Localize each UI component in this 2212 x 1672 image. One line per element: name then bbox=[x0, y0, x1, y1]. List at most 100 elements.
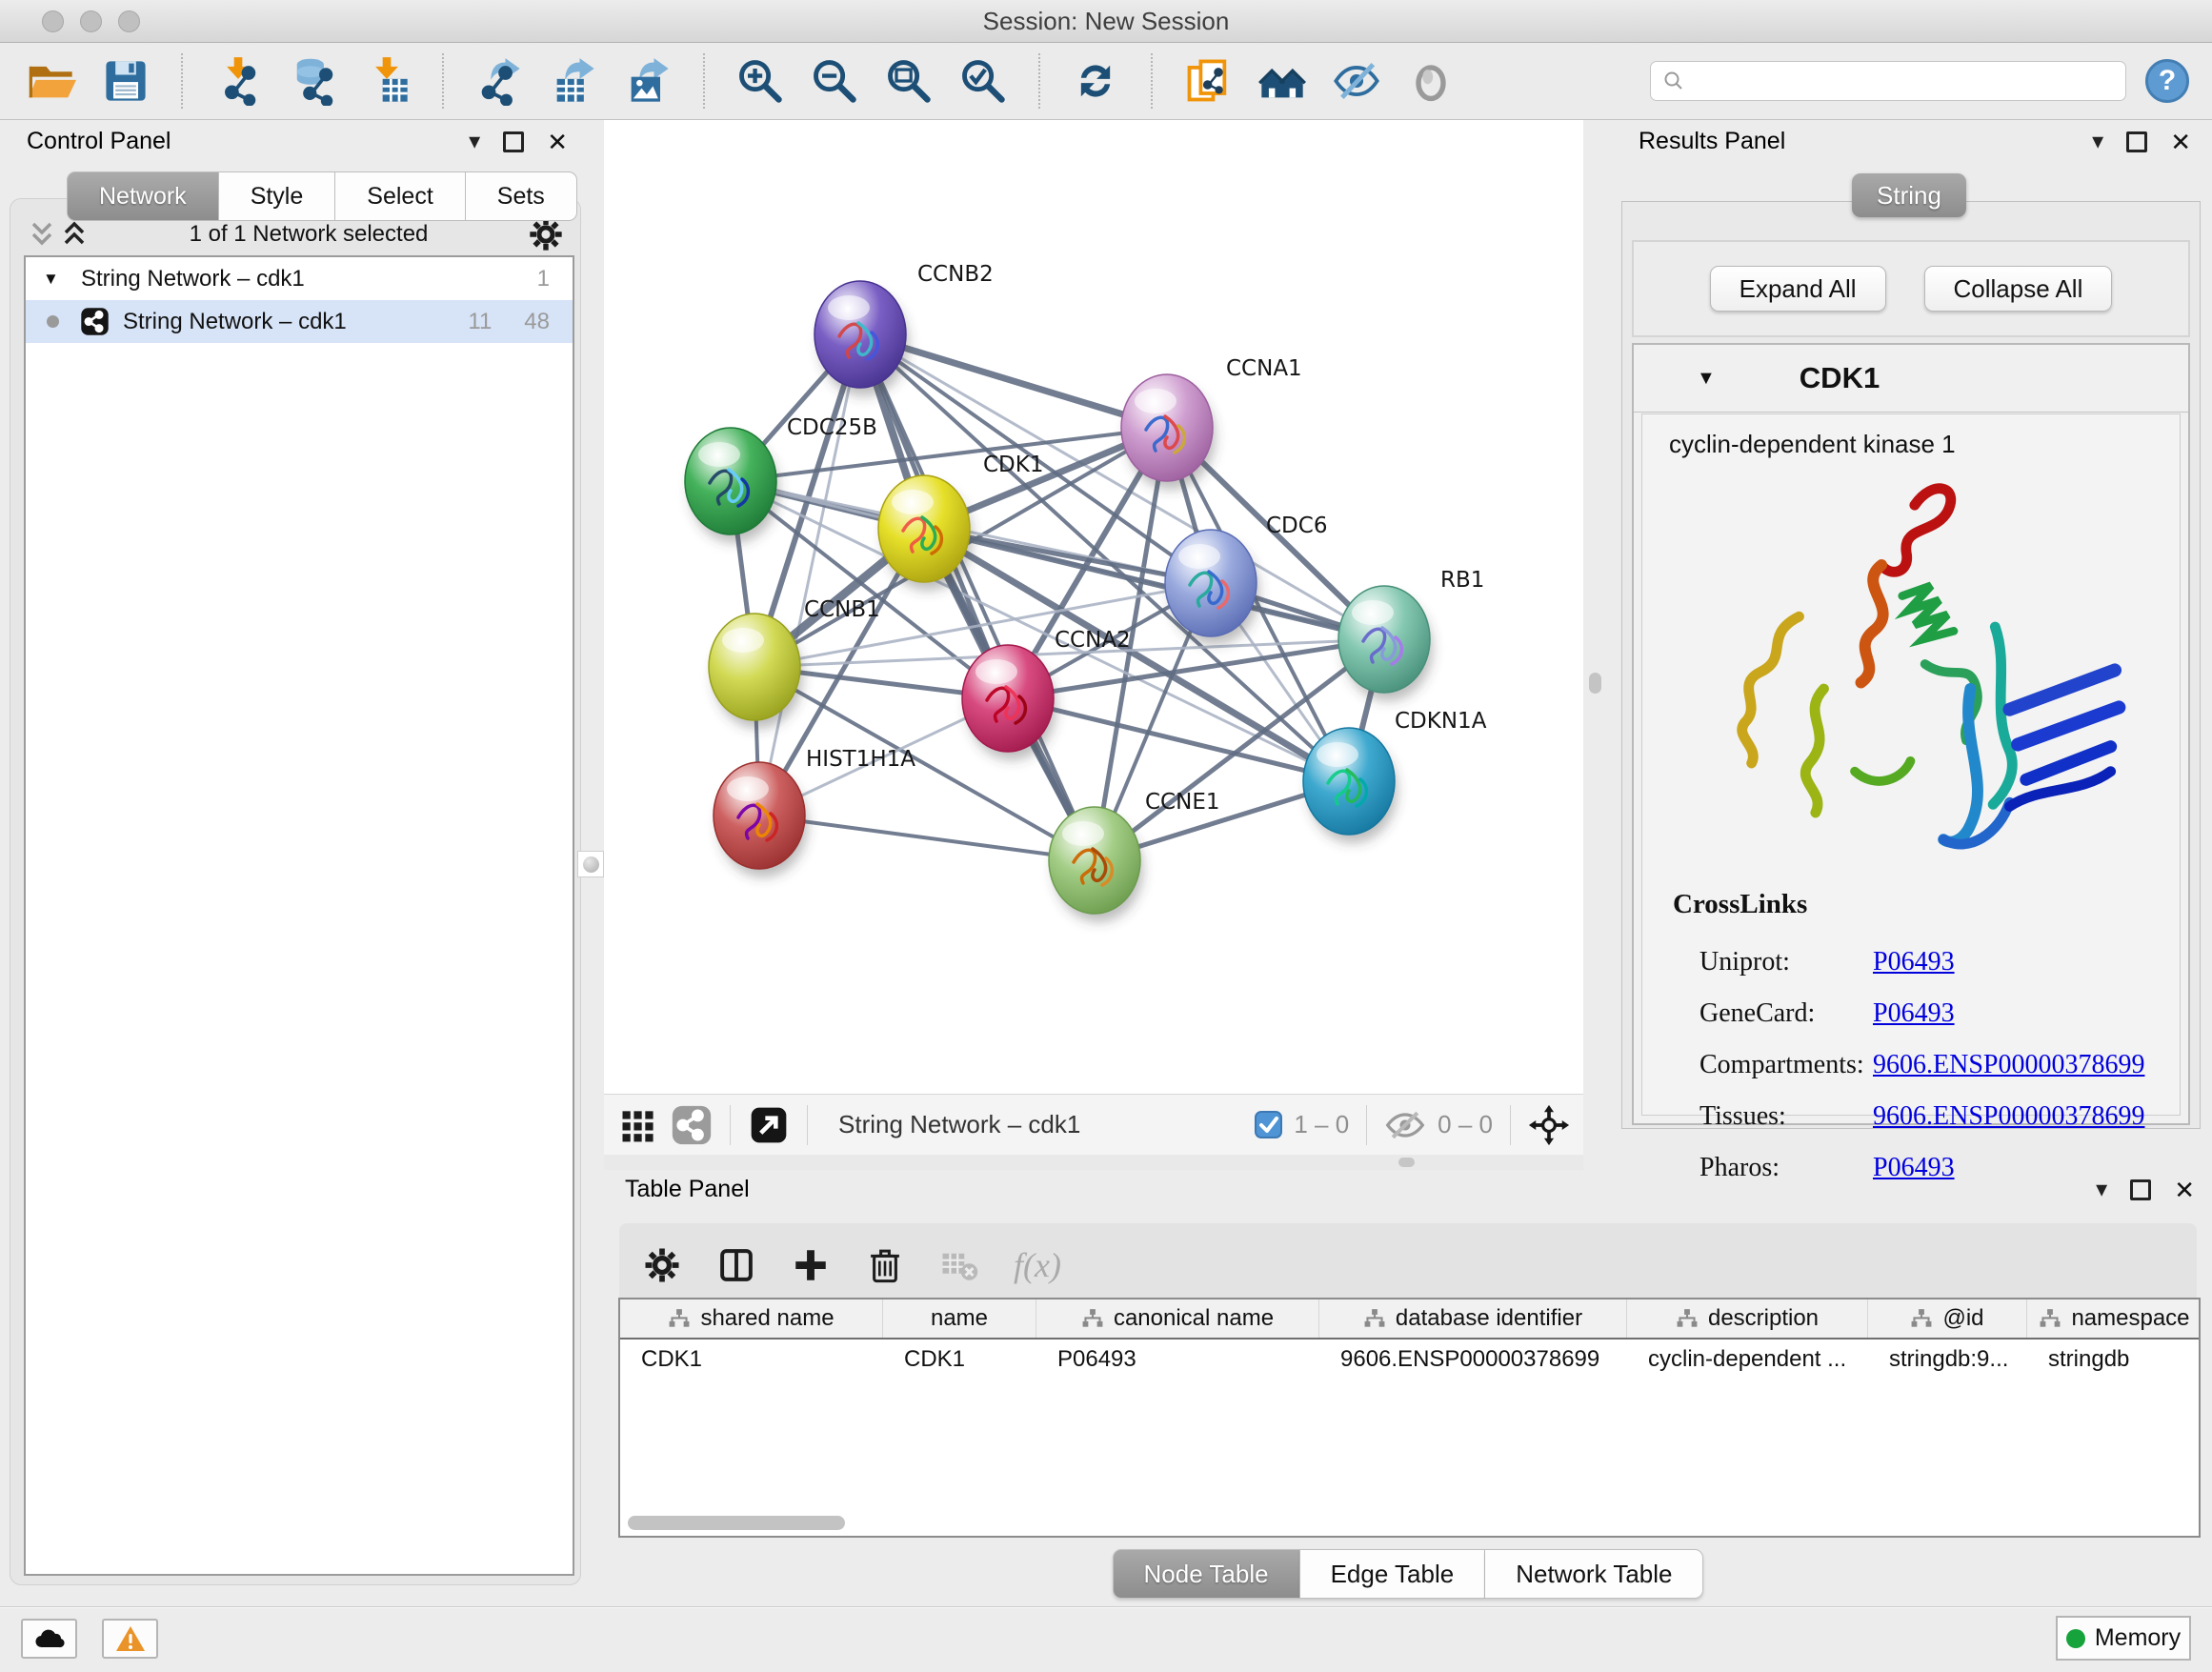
delete-columns-icon[interactable] bbox=[865, 1245, 905, 1285]
warnings-button[interactable] bbox=[102, 1619, 158, 1659]
show-columns-icon[interactable] bbox=[716, 1245, 756, 1285]
tab-network[interactable]: Network bbox=[67, 171, 219, 221]
panel-menu-icon[interactable]: ▾ bbox=[2092, 131, 2103, 153]
export-network-button[interactable] bbox=[471, 51, 528, 111]
search-input[interactable] bbox=[1693, 67, 2114, 95]
column-header-name[interactable]: name bbox=[883, 1299, 1036, 1338]
import-network-file-button[interactable] bbox=[210, 51, 267, 111]
edge-CCNA2-CDKN1A[interactable] bbox=[1008, 698, 1349, 781]
node-table[interactable]: shared namenamecanonical namedatabase id… bbox=[618, 1298, 2201, 1538]
selected-checkbox-icon[interactable] bbox=[1255, 1111, 1282, 1138]
first-neighbors-button[interactable] bbox=[1179, 51, 1237, 111]
node-CCNA1[interactable] bbox=[1121, 374, 1216, 490]
apply-layout-button[interactable] bbox=[1067, 51, 1124, 111]
node-CCNB1[interactable] bbox=[709, 614, 803, 729]
node-CCNA2[interactable] bbox=[962, 645, 1056, 760]
export-image-button[interactable] bbox=[619, 51, 676, 111]
node-RB1[interactable] bbox=[1338, 586, 1433, 701]
grid-view-icon[interactable] bbox=[617, 1104, 659, 1146]
network-view-icon[interactable] bbox=[671, 1104, 713, 1146]
float-panel-icon[interactable] bbox=[503, 131, 524, 152]
import-network-database-button[interactable] bbox=[284, 51, 341, 111]
collapse-all-icon[interactable] bbox=[26, 218, 58, 251]
memory-button[interactable]: Memory bbox=[2056, 1616, 2191, 1661]
panel-menu-icon[interactable]: ▾ bbox=[469, 131, 480, 153]
hidden-eye-icon[interactable] bbox=[1384, 1104, 1426, 1146]
tab-select[interactable]: Select bbox=[335, 171, 465, 221]
tab-string[interactable]: String bbox=[1852, 173, 1966, 217]
expand-all-icon[interactable] bbox=[58, 218, 90, 251]
panel-menu-icon[interactable]: ▾ bbox=[2096, 1178, 2107, 1201]
crosslink-link[interactable]: P06493 bbox=[1873, 947, 1955, 977]
crosslink-link[interactable]: 9606.ENSP00000378699 bbox=[1873, 1101, 2144, 1132]
column-header-namespace[interactable]: namespace bbox=[2027, 1299, 2201, 1338]
close-panel-icon[interactable]: ✕ bbox=[547, 130, 568, 154]
left-splitter-grip[interactable] bbox=[577, 851, 604, 877]
tab-edge-table[interactable]: Edge Table bbox=[1300, 1549, 1486, 1599]
tab-node-table[interactable]: Node Table bbox=[1113, 1549, 1300, 1599]
help-button[interactable]: ? bbox=[2145, 59, 2189, 103]
zoom-selected-button[interactable] bbox=[955, 51, 1012, 111]
node-result-header[interactable]: ▼ CDK1 bbox=[1634, 345, 2188, 413]
node-CCNE1[interactable] bbox=[1049, 807, 1143, 922]
column-header-canonical-name[interactable]: canonical name bbox=[1036, 1299, 1319, 1338]
tree-expanded-icon[interactable]: ▼ bbox=[43, 270, 68, 289]
column-header--id[interactable]: @id bbox=[1868, 1299, 2027, 1338]
network-collection-row[interactable]: ▼ String Network – cdk1 1 bbox=[26, 257, 573, 300]
detach-view-icon[interactable] bbox=[748, 1104, 790, 1146]
collapse-all-button[interactable]: Collapse All bbox=[1924, 266, 2113, 312]
float-panel-icon[interactable] bbox=[2130, 1179, 2151, 1200]
right-splitter-grip[interactable] bbox=[1589, 673, 1601, 694]
table-row[interactable]: CDK1CDK1P064939606.ENSP00000378699cyclin… bbox=[620, 1340, 2199, 1380]
network-options-gear-icon[interactable] bbox=[527, 215, 565, 253]
table-cell[interactable]: cyclin-dependent ... bbox=[1627, 1340, 1868, 1380]
table-cell[interactable]: stringdb bbox=[2027, 1340, 2201, 1380]
zoom-fit-button[interactable] bbox=[880, 51, 937, 111]
node-CDK1[interactable] bbox=[878, 475, 973, 591]
node-CCNB2[interactable] bbox=[814, 281, 909, 396]
bottom-splitter-grip[interactable] bbox=[1398, 1158, 1415, 1167]
expand-all-button[interactable]: Expand All bbox=[1710, 266, 1886, 312]
edge-HIST1H1A-CCNE1[interactable] bbox=[759, 816, 1095, 860]
export-table-button[interactable] bbox=[545, 51, 602, 111]
column-header-description[interactable]: description bbox=[1627, 1299, 1868, 1338]
tab-sets[interactable]: Sets bbox=[466, 171, 577, 221]
open-session-button[interactable] bbox=[23, 51, 80, 111]
node-HIST1H1A[interactable] bbox=[714, 762, 808, 877]
column-header-shared-name[interactable]: shared name bbox=[620, 1299, 883, 1338]
crosslink-link[interactable]: 9606.ENSP00000378699 bbox=[1873, 1050, 2144, 1080]
save-session-button[interactable] bbox=[97, 51, 154, 111]
cloud-status-button[interactable] bbox=[21, 1619, 77, 1659]
table-cell[interactable]: CDK1 bbox=[620, 1340, 883, 1380]
show-hidden-button[interactable] bbox=[1402, 51, 1459, 111]
birdseye-crosshair-icon[interactable] bbox=[1528, 1104, 1570, 1146]
home-networks-button[interactable] bbox=[1254, 51, 1311, 111]
node-CDKN1A[interactable] bbox=[1303, 728, 1398, 843]
tab-network-table[interactable]: Network Table bbox=[1485, 1549, 1703, 1599]
edge-CCNB2-CCNE1[interactable] bbox=[860, 334, 1095, 860]
zoom-in-button[interactable] bbox=[732, 51, 789, 111]
import-table-file-button[interactable] bbox=[358, 51, 415, 111]
table-cell[interactable]: 9606.ENSP00000378699 bbox=[1319, 1340, 1627, 1380]
tab-style[interactable]: Style bbox=[219, 171, 336, 221]
search-box[interactable] bbox=[1650, 61, 2126, 101]
table-cell[interactable]: CDK1 bbox=[883, 1340, 1036, 1380]
horizontal-scrollbar[interactable] bbox=[624, 1516, 2196, 1531]
section-expanded-icon[interactable]: ▼ bbox=[1697, 368, 1716, 390]
table-cell[interactable]: stringdb:9... bbox=[1868, 1340, 2027, 1380]
node-CDC25B[interactable] bbox=[685, 428, 779, 543]
network-svg[interactable]: CCNB2CCNA1CDC25BCDK1CDC6RB1CCNB1CCNA2CDK… bbox=[604, 120, 1583, 1094]
create-column-icon[interactable] bbox=[791, 1245, 831, 1285]
table-options-gear-icon[interactable] bbox=[642, 1245, 682, 1285]
canvas-table-splitter[interactable] bbox=[604, 1155, 1583, 1170]
close-panel-icon[interactable]: ✕ bbox=[2170, 130, 2191, 154]
float-panel-icon[interactable] bbox=[2126, 131, 2147, 152]
close-panel-icon[interactable]: ✕ bbox=[2174, 1178, 2195, 1202]
edge-CCNB2-HIST1H1A[interactable] bbox=[759, 334, 860, 816]
network-canvas[interactable]: CCNB2CCNA1CDC25BCDK1CDC6RB1CCNB1CCNA2CDK… bbox=[604, 120, 1583, 1094]
zoom-out-button[interactable] bbox=[806, 51, 863, 111]
table-cell[interactable]: P06493 bbox=[1036, 1340, 1319, 1380]
column-header-database-identifier[interactable]: database identifier bbox=[1319, 1299, 1627, 1338]
scrollbar-thumb[interactable] bbox=[628, 1516, 845, 1530]
crosslink-link[interactable]: P06493 bbox=[1873, 998, 1955, 1029]
